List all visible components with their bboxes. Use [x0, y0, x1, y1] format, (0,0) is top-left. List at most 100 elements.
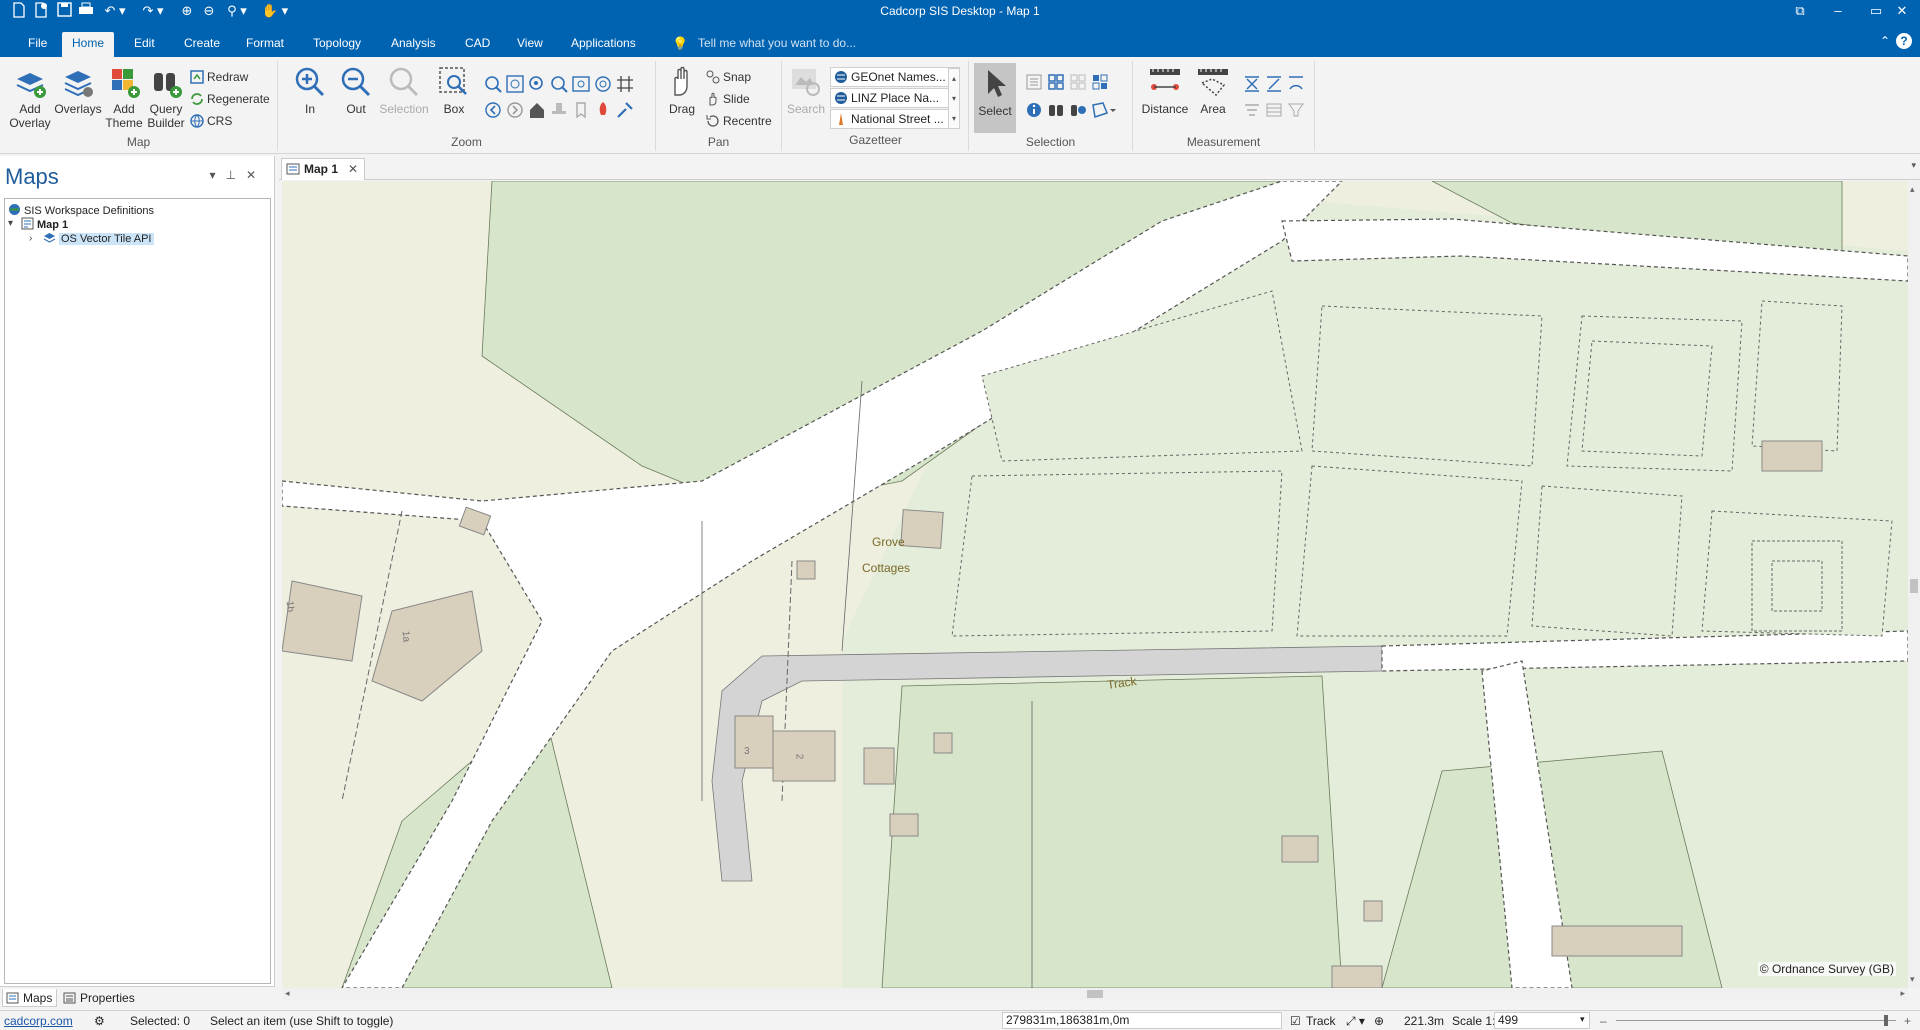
select-invert-icon[interactable]	[1091, 73, 1109, 91]
gazetteer-item-linz[interactable]: LINZ Place Na...	[830, 88, 960, 108]
panel-tab-properties[interactable]: Properties	[60, 989, 139, 1007]
tab-home[interactable]: Home	[62, 32, 115, 57]
measure-funnel-icon[interactable]	[1287, 101, 1305, 119]
tell-me-input[interactable]: Tell me what you want to do...	[698, 36, 856, 50]
panel-tab-maps[interactable]: Maps	[2, 989, 58, 1007]
measure-angle-icon[interactable]	[1265, 75, 1283, 93]
tab-cad[interactable]: CAD	[455, 32, 500, 57]
gazetteer-search-button[interactable]: Search	[782, 65, 830, 116]
query-builder-button[interactable]: Query Builder	[142, 65, 190, 130]
track-checkbox[interactable]: ☑	[1290, 1014, 1301, 1028]
forward-arrow-icon[interactable]	[506, 101, 524, 119]
crs-button[interactable]: CRS	[190, 111, 232, 131]
scroll-down-icon[interactable]: ▾	[1910, 974, 1915, 985]
zoom-all-icon[interactable]	[528, 75, 546, 93]
horizontal-scroll-thumb[interactable]	[1087, 990, 1103, 998]
zoom-scale-icon[interactable]	[550, 75, 568, 93]
distance-button[interactable]: Distance	[1137, 65, 1193, 116]
zoom-extent-icon[interactable]	[506, 75, 524, 93]
map-vertical-scrollbar[interactable]: ▴ ▾	[1908, 181, 1920, 988]
drag-button[interactable]: Drag	[658, 65, 706, 116]
zoom-box-button[interactable]: Box	[430, 65, 478, 116]
area-button[interactable]: Area	[1189, 65, 1237, 116]
scale-dropdown-icon[interactable]: ▾	[1580, 1014, 1585, 1025]
map-horizontal-scrollbar[interactable]: ◂ ▸	[282, 988, 1908, 1000]
scroll-right-icon[interactable]: ▸	[1900, 988, 1905, 999]
collapse-icon[interactable]: ▾	[8, 218, 13, 229]
tab-applications[interactable]: Applications	[561, 32, 646, 57]
recentre-button[interactable]: Recentre	[706, 111, 772, 131]
scroll-left-icon[interactable]: ◂	[285, 988, 290, 999]
regenerate-button[interactable]: Regenerate	[190, 89, 270, 109]
gazetteer-item-national-street[interactable]: National Street ...	[830, 109, 960, 129]
zoom-in-button[interactable]: In	[286, 65, 334, 116]
zoom-out-button[interactable]: Out	[332, 65, 380, 116]
bookmark-icon[interactable]	[572, 101, 590, 119]
add-theme-button[interactable]: Add Theme	[100, 65, 148, 130]
info-icon[interactable]	[1025, 101, 1043, 119]
add-overlay-button[interactable]: Add Overlay	[6, 65, 54, 130]
target-icon[interactable]	[594, 75, 612, 93]
select-polygon-icon[interactable]	[1091, 101, 1117, 119]
panel-dropdown-icon[interactable]: ▾	[209, 168, 225, 182]
tab-format[interactable]: Format	[236, 32, 294, 57]
tree-node-map1[interactable]: Map 1	[21, 217, 68, 232]
panel-close-icon[interactable]: ✕	[246, 168, 266, 182]
scale-input[interactable]: 499	[1494, 1012, 1590, 1029]
close-tab-icon[interactable]: ✕	[348, 159, 358, 179]
gazetteer-scroll[interactable]: ▴ ▾ ▾	[948, 68, 960, 129]
cadcorp-link[interactable]: cadcorp.com	[4, 1014, 73, 1028]
tab-edit[interactable]: Edit	[124, 32, 165, 57]
tab-analysis[interactable]: Analysis	[381, 32, 446, 57]
globe-icon[interactable]: ⊕	[1374, 1014, 1384, 1028]
tools-icon[interactable]	[616, 101, 634, 119]
zoom-previous-icon[interactable]	[484, 75, 502, 93]
document-tab-map1[interactable]: Map 1 ✕	[281, 158, 365, 180]
measure-table-icon[interactable]	[1265, 101, 1283, 119]
tab-topology[interactable]: Topology	[303, 32, 371, 57]
tab-create[interactable]: Create	[174, 32, 230, 57]
minimize-button[interactable]: –	[1818, 0, 1858, 22]
measure-filter-icon[interactable]	[1243, 101, 1261, 119]
select-button[interactable]: Select	[974, 63, 1016, 133]
snap-button[interactable]: Snap	[706, 67, 751, 87]
restore-icon[interactable]: ⧉	[1780, 0, 1820, 22]
tree-node-workspace[interactable]: SIS Workspace Definitions	[8, 203, 154, 218]
expand-icon[interactable]: ›	[29, 233, 32, 244]
tab-file[interactable]: File	[18, 32, 57, 57]
vertical-scroll-thumb[interactable]	[1910, 579, 1918, 593]
cadcorp-link-text[interactable]: cadcorp.com	[4, 1014, 73, 1028]
stamp-icon[interactable]	[550, 101, 568, 119]
zoom-selection-button[interactable]: Selection	[376, 65, 432, 116]
zoom-window-icon[interactable]	[572, 75, 590, 93]
tree-node-os-vector-tile[interactable]: OS Vector Tile API	[43, 231, 154, 246]
rocket-icon[interactable]	[594, 101, 612, 119]
zoom-slider-thumb[interactable]	[1884, 1015, 1888, 1026]
find-icon[interactable]	[1047, 101, 1065, 119]
slide-button[interactable]: Slide	[706, 89, 750, 109]
pin-icon[interactable]: ⊥	[225, 168, 245, 182]
back-arrow-icon[interactable]	[484, 101, 502, 119]
select-info-icon[interactable]	[1069, 101, 1087, 119]
status-settings-icon[interactable]: ⚙	[94, 1014, 105, 1028]
redraw-button[interactable]: Redraw	[190, 67, 248, 87]
select-list-icon[interactable]	[1025, 73, 1043, 91]
snap-mode-icon[interactable]: ⤢ ▾	[1346, 1014, 1365, 1029]
zoom-slider-minus[interactable]: –	[1600, 1014, 1607, 1028]
zoom-slider-plus[interactable]: +	[1904, 1014, 1911, 1028]
home-icon[interactable]	[528, 101, 546, 119]
overlays-button[interactable]: Overlays	[54, 65, 102, 116]
scroll-up-icon[interactable]: ▴	[1910, 184, 1915, 195]
zoom-slider-track[interactable]	[1616, 1020, 1896, 1021]
tabs-dropdown-icon[interactable]: ▾	[1911, 160, 1916, 171]
measure-arc-icon[interactable]	[1287, 75, 1305, 93]
close-button[interactable]: ✕	[1882, 0, 1920, 22]
grid-icon[interactable]	[616, 75, 634, 93]
select-none-icon[interactable]	[1069, 73, 1087, 91]
collapse-ribbon-icon[interactable]: ⌃	[1880, 34, 1890, 48]
tab-view[interactable]: View	[507, 32, 553, 57]
gazetteer-item-geonet[interactable]: GEOnet Names...	[830, 67, 960, 87]
help-icon[interactable]: ?	[1896, 33, 1912, 49]
select-grid-icon[interactable]	[1047, 73, 1065, 91]
measure-clear-icon[interactable]	[1243, 75, 1261, 93]
